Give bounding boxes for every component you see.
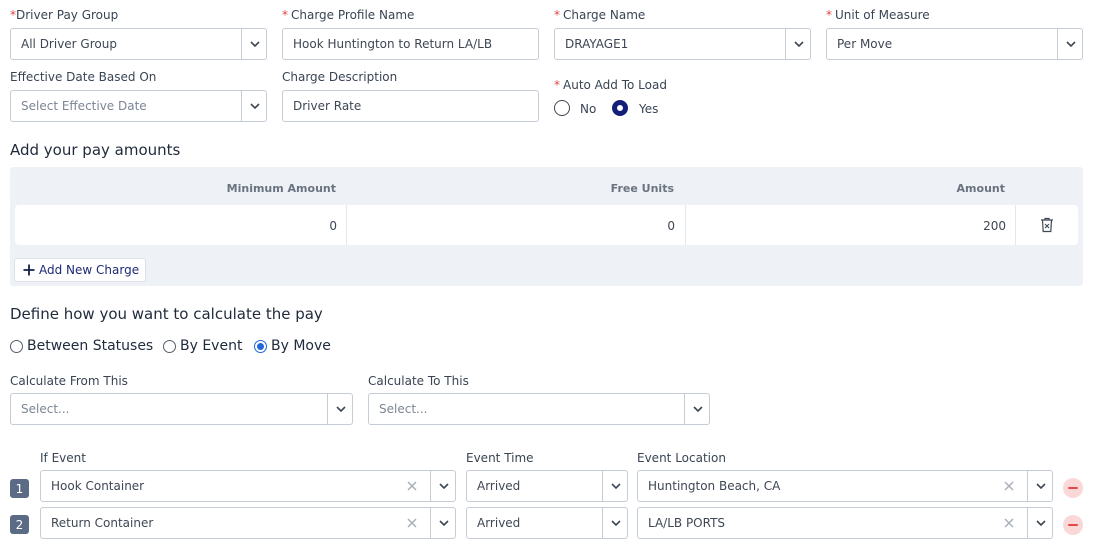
unit-of-measure-select[interactable]: Per Move [826,28,1083,60]
chevron-down-icon[interactable] [328,394,353,424]
pay-amounts-title: Add your pay amounts [10,141,181,159]
auto-add-yes-label: Yes [639,102,659,116]
effective-date-placeholder: Select Effective Date [21,99,147,113]
event-location-value: LA/LB PORTS [648,516,726,530]
event-location-select[interactable]: LA/LB PORTS [637,507,1053,539]
event-time-value: Arrived [477,516,521,530]
free-units-input[interactable]: 0 [667,219,675,233]
charge-name-value: DRAYAGE1 [565,37,629,51]
driver-pay-group-value: All Driver Group [21,37,117,51]
calculate-to-label: Calculate To This [368,374,469,388]
calculate-from-placeholder: Select... [21,402,70,416]
close-icon[interactable] [402,471,422,501]
chevron-down-icon[interactable] [603,471,628,501]
divider [346,205,347,245]
event-value: Hook Container [51,479,145,493]
calculate-to-placeholder: Select... [379,402,428,416]
event-value: Return Container [51,516,154,530]
charge-description-input[interactable]: Driver Rate [282,90,539,122]
calculation-title: Define how you want to calculate the pay [10,305,323,323]
chevron-down-icon[interactable] [242,29,267,59]
amount-input[interactable]: 200 [983,219,1006,233]
divider [1015,205,1016,245]
remove-row-button[interactable] [1063,478,1083,498]
calculate-from-label: Calculate From This [10,374,128,388]
calculate-to-select[interactable]: Select... [368,393,710,425]
close-icon[interactable] [999,508,1019,538]
driver-pay-group-label: *Driver Pay Group [10,8,119,22]
chevron-down-icon[interactable] [1058,29,1083,59]
method-by-move-radio[interactable] [254,340,267,353]
pay-amounts-panel: Minimum Amount Free Units Amount 0 0 200… [10,167,1083,286]
auto-add-label: * Auto Add To Load [554,78,667,92]
unit-of-measure-value: Per Move [837,37,893,51]
chevron-down-icon[interactable] [431,471,456,501]
plus-icon [23,264,35,276]
event-select[interactable]: Return Container [40,507,456,539]
minus-icon [1068,487,1078,489]
charge-profile-name-label: * Charge Profile Name [282,8,415,22]
effective-date-label: Effective Date Based On [10,70,157,84]
column-header-amount: Amount [956,182,1005,195]
event-time-value: Arrived [477,479,521,493]
divider [685,205,686,245]
row-number: 2 [10,515,29,534]
column-header-minimum: Minimum Amount [226,182,336,195]
event-time-header: Event Time [466,451,534,465]
chevron-down-icon[interactable] [685,394,710,424]
close-icon[interactable] [402,508,422,538]
charge-description-label: Charge Description [282,70,398,84]
charge-name-select[interactable]: DRAYAGE1 [554,28,811,60]
trash-icon[interactable] [1040,217,1054,233]
auto-add-no-radio[interactable] [554,100,570,116]
charge-profile-name-input[interactable]: Hook Huntington to Return LA/LB [282,28,539,60]
row-number: 1 [10,479,29,498]
charge-description-value: Driver Rate [293,99,362,113]
unit-of-measure-label: * Unit of Measure [826,8,930,22]
chevron-down-icon[interactable] [786,29,811,59]
pay-amount-row: 0 0 200 [15,205,1078,245]
minus-icon [1068,524,1078,526]
charge-name-label: * Charge Name [554,8,646,22]
method-between-statuses-radio[interactable] [10,340,23,353]
add-new-charge-label: Add New Charge [39,263,140,277]
event-location-header: Event Location [637,451,726,465]
chevron-down-icon[interactable] [603,508,628,538]
close-icon[interactable] [999,471,1019,501]
if-event-header: If Event [40,451,86,465]
chevron-down-icon[interactable] [242,91,267,121]
minimum-amount-input[interactable]: 0 [329,219,337,233]
calculate-from-select[interactable]: Select... [10,393,353,425]
auto-add-no-label: No [580,102,597,116]
remove-row-button[interactable] [1063,515,1083,535]
event-location-select[interactable]: Huntington Beach, CA [637,470,1053,502]
add-new-charge-button[interactable]: Add New Charge [14,258,146,282]
chevron-down-icon[interactable] [1028,508,1053,538]
driver-pay-group-select[interactable]: All Driver Group [10,28,267,60]
method-by-move-label: By Move [271,338,331,354]
method-by-event-radio[interactable] [163,340,176,353]
event-time-select[interactable]: Arrived [466,470,628,502]
effective-date-select[interactable]: Select Effective Date [10,90,267,122]
event-time-select[interactable]: Arrived [466,507,628,539]
chevron-down-icon[interactable] [1028,471,1053,501]
method-by-event-label: By Event [180,338,243,354]
chevron-down-icon[interactable] [431,508,456,538]
column-header-free-units: Free Units [610,182,674,195]
event-select[interactable]: Hook Container [40,470,456,502]
auto-add-yes-radio[interactable] [612,100,628,116]
event-location-value: Huntington Beach, CA [648,479,781,493]
method-between-statuses-label: Between Statuses [27,338,154,354]
charge-profile-name-value: Hook Huntington to Return LA/LB [293,37,493,51]
